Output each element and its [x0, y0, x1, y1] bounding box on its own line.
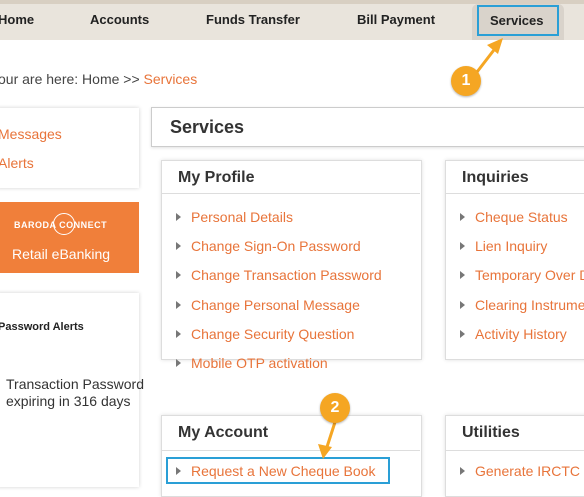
step-2-badge: 2 — [320, 393, 350, 423]
arrow-2-line — [324, 418, 338, 451]
arrow-1-head — [487, 38, 503, 54]
annotation-arrows — [318, 38, 503, 459]
arrow-2-head — [318, 444, 332, 459]
step-1-badge: 1 — [451, 66, 481, 96]
